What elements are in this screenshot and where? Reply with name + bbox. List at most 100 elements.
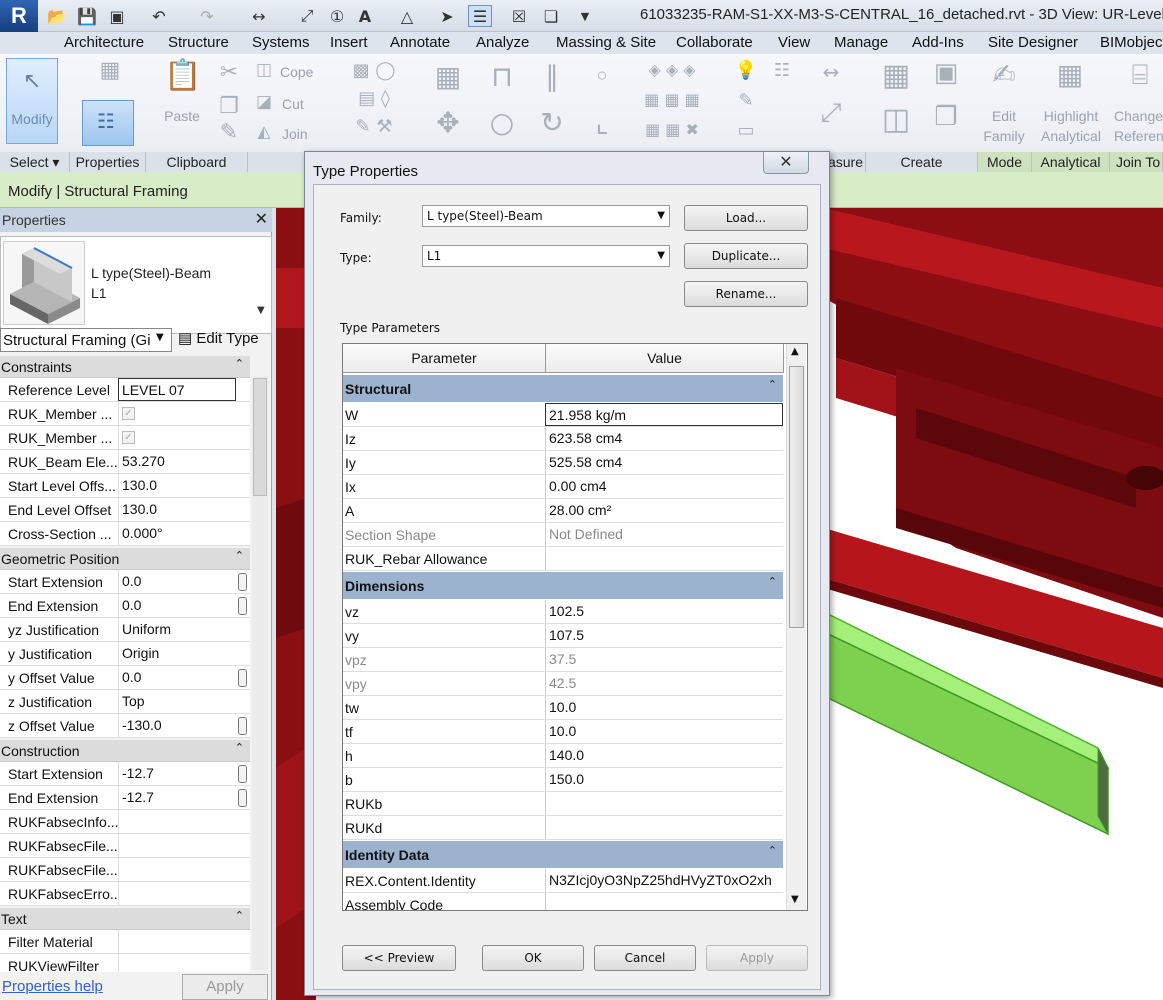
collapse-icon[interactable]: ⌃: [235, 741, 244, 754]
collapse-icon[interactable]: ⌃: [768, 575, 777, 588]
associate-parameter-button[interactable]: [238, 789, 247, 807]
application-menu-button[interactable]: R: [0, 0, 38, 32]
parameter-row[interactable]: W 21.958 kg/m: [343, 403, 783, 427]
checkbox[interactable]: ✓: [122, 407, 135, 420]
save-icon[interactable]: 💾: [76, 5, 98, 27]
associate-parameter-button[interactable]: [238, 669, 247, 687]
bulb-icon[interactable]: 💡: [724, 60, 768, 81]
property-value[interactable]: 130.0: [118, 474, 236, 497]
tab-annotate[interactable]: Annotate: [390, 34, 450, 51]
parameter-value[interactable]: [545, 547, 783, 570]
property-row[interactable]: RUKViewFilter: [0, 954, 250, 972]
section-icon[interactable]: ➤: [436, 5, 458, 27]
parameter-value[interactable]: 28.00 cm²: [545, 499, 783, 522]
align-icon[interactable]: ▦: [424, 60, 472, 93]
parameter-row[interactable]: tw 10.0: [343, 696, 783, 720]
property-value[interactable]: -130.0: [118, 714, 236, 737]
mirror-axis-icon[interactable]: ∥: [528, 60, 576, 93]
parameter-row[interactable]: A 28.00 cm²: [343, 499, 783, 523]
create-similar-icon[interactable]: ❐: [924, 102, 968, 132]
property-value[interactable]: 0.0: [118, 666, 236, 689]
group-text[interactable]: Text ⌃: [0, 908, 250, 930]
parameter-value[interactable]: 10.0: [545, 696, 783, 719]
dimension-tool-icon[interactable]: ⤢: [800, 98, 862, 129]
property-row[interactable]: Start Extension 0.0: [0, 570, 250, 594]
property-row[interactable]: End Extension 0.0: [0, 594, 250, 618]
property-value[interactable]: 0.0: [118, 594, 236, 617]
linework-icon[interactable]: ☷: [770, 60, 794, 81]
property-row[interactable]: End Level Offset 130.0: [0, 498, 250, 522]
3d-view-icon[interactable]: △: [396, 5, 418, 27]
chevron-down-icon[interactable]: ▼: [657, 250, 665, 261]
hide-icon[interactable]: ▭: [724, 120, 768, 141]
customize-qat-icon[interactable]: ▼: [578, 5, 592, 27]
property-value[interactable]: Top: [118, 690, 236, 713]
tab-systems[interactable]: Systems: [252, 34, 310, 51]
tab-add-ins[interactable]: Add-Ins: [912, 34, 964, 51]
collapse-icon[interactable]: ⌃: [235, 357, 244, 370]
parameter-row[interactable]: tf 10.0: [343, 720, 783, 744]
scroll-down-icon[interactable]: ▼: [791, 894, 799, 905]
scroll-thumb[interactable]: [789, 366, 804, 628]
delete-icon[interactable]: ▦ ▦ ✖: [626, 120, 718, 139]
parameter-row[interactable]: vz 102.5: [343, 600, 783, 624]
property-row[interactable]: yz Justification Uniform: [0, 618, 250, 642]
parameter-row[interactable]: RUKd: [343, 816, 783, 840]
edit-type-button[interactable]: ▤ Edit Type: [178, 329, 259, 347]
create-parts-icon[interactable]: ◫: [874, 102, 918, 137]
associate-parameter-button[interactable]: [238, 597, 247, 615]
parameter-value[interactable]: N3ZIcj0yO3NpZ25hdHVyZT0xO2xh: [545, 869, 783, 892]
tab-architecture[interactable]: Architecture: [64, 34, 144, 51]
chevron-down-icon[interactable]: ▼: [657, 210, 665, 221]
change-reference-label[interactable]: Change Reference: [1114, 106, 1163, 146]
rotate-icon[interactable]: ↻: [528, 106, 576, 139]
property-row[interactable]: RUKFabsecFile...: [0, 834, 250, 858]
close-icon[interactable]: ✕: [763, 152, 809, 174]
property-row[interactable]: Reference Level LEVEL 07: [0, 378, 250, 402]
paste-icon[interactable]: 📋: [164, 58, 201, 93]
tab-collaborate[interactable]: Collaborate: [676, 34, 753, 51]
sync-icon[interactable]: ▣: [106, 5, 128, 27]
split-icon[interactable]: ◈ ◈ ◈: [626, 60, 718, 79]
property-value[interactable]: Uniform: [118, 618, 236, 641]
tab-analyze[interactable]: Analyze: [476, 34, 529, 51]
property-row[interactable]: Start Extension -12.7: [0, 762, 250, 786]
parameter-value[interactable]: [545, 816, 783, 839]
family-dropdown[interactable]: L type(Steel)-Beam ▼: [422, 205, 670, 227]
group-construction[interactable]: Construction ⌃: [0, 740, 250, 762]
group-constraints[interactable]: Constraints ⌃: [0, 356, 250, 378]
parameter-value[interactable]: 10.0: [545, 720, 783, 743]
associate-parameter-button[interactable]: [238, 765, 247, 783]
collapse-icon[interactable]: ⌃: [235, 549, 244, 562]
thin-lines-icon[interactable]: ☰: [468, 5, 492, 27]
property-value[interactable]: -12.7: [118, 786, 236, 809]
copy-icon[interactable]: ❐: [216, 94, 242, 119]
modify-button[interactable]: ↖ Modify: [6, 58, 58, 144]
cut-label[interactable]: Cut: [282, 94, 326, 114]
parameter-row[interactable]: vpz 37.5: [343, 648, 783, 672]
geometry-tools-icon[interactable]: ▩ ◯: [344, 60, 404, 81]
edit-family-icon[interactable]: ✍: [984, 58, 1024, 91]
chevron-down-icon[interactable]: ▼: [257, 305, 265, 316]
property-row[interactable]: RUK_Member ... ✓: [0, 426, 250, 450]
match-properties-icon[interactable]: ✎: [216, 120, 242, 145]
parameter-value[interactable]: 525.58 cm4: [545, 451, 783, 474]
rename-button[interactable]: Rename...: [684, 281, 808, 307]
property-row[interactable]: z Justification Top: [0, 690, 250, 714]
associate-parameter-button[interactable]: [238, 573, 247, 591]
panel-select[interactable]: Select ▾: [0, 152, 70, 172]
group-geometric-position[interactable]: Geometric Position ⌃: [0, 548, 250, 570]
measure-icon[interactable]: ↔: [248, 5, 270, 27]
tab-manage[interactable]: Manage: [834, 34, 888, 51]
array-icon[interactable]: ▦ ▦ ▦: [626, 90, 718, 109]
properties-button[interactable]: ☷: [82, 100, 134, 146]
tab-site-designer[interactable]: Site Designer: [988, 34, 1078, 51]
tag-icon[interactable]: ①: [326, 5, 348, 27]
dimension-icon[interactable]: ⤢: [296, 5, 318, 27]
undo-icon[interactable]: ↶: [148, 5, 170, 27]
column-header-value[interactable]: Value: [546, 344, 784, 373]
measure-tool-icon[interactable]: ↔: [800, 60, 862, 84]
copy-element-icon[interactable]: ○: [478, 106, 526, 139]
type-selector[interactable]: L type(Steel)-Beam L1 ▼: [0, 236, 272, 334]
group-identity-data[interactable]: Identity Data ⌃: [343, 841, 783, 869]
